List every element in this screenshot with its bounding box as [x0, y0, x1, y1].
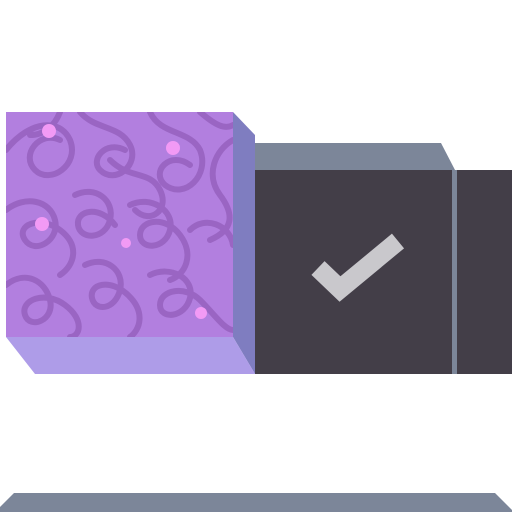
checkbox-toggle-icon: [0, 112, 512, 512]
cube-right-face: [233, 112, 255, 374]
checkbox-illustration: [0, 0, 512, 512]
cube-bottom-face: [6, 337, 255, 374]
panel-top-face: [235, 143, 455, 170]
dark-panel: [255, 170, 512, 374]
floor-bar: [0, 493, 512, 512]
panel-divider: [452, 170, 457, 374]
